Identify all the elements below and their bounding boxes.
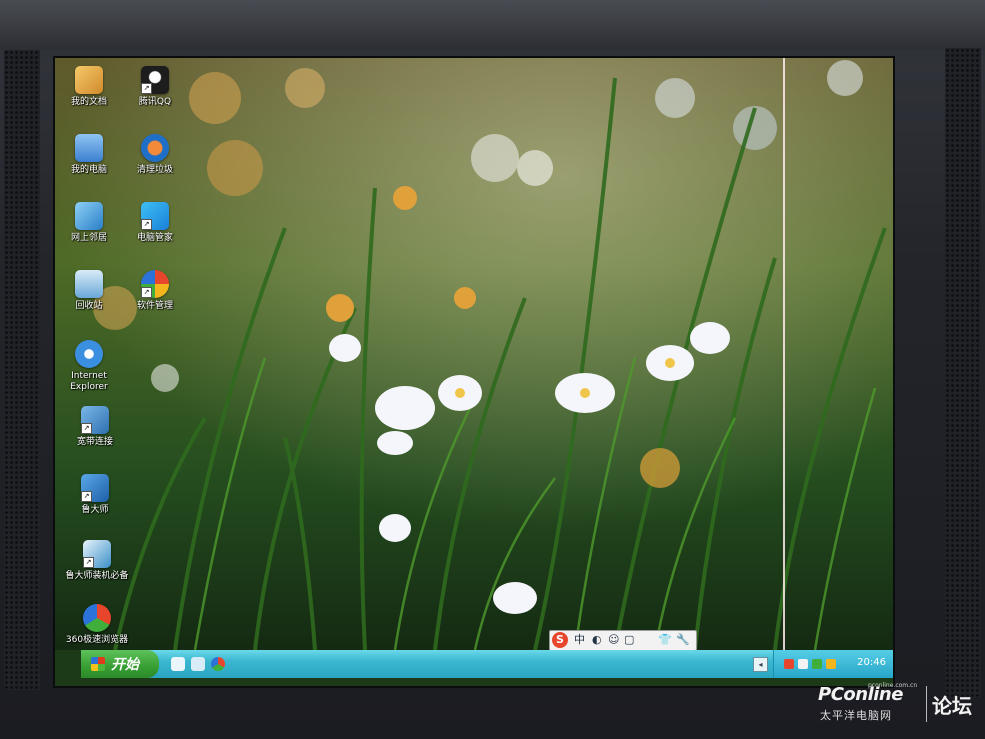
desktop-icon-pc-manager[interactable]: ↗ 电脑管家	[123, 202, 187, 244]
dialup-icon: ↗	[81, 406, 109, 434]
shortcut-arrow-icon: ↗	[81, 491, 92, 502]
desktop-icon-my-computer[interactable]: 我的电脑	[57, 134, 121, 176]
desktop-icon-internet-explorer[interactable]: Internet Explorer	[57, 340, 121, 393]
desktop-icon-my-documents[interactable]: 我的文档	[57, 66, 121, 108]
desktop-icon-label: 网上邻居	[70, 233, 107, 243]
ime-mode-toggle[interactable]: 中	[574, 633, 585, 647]
software-manager-icon: ↗	[141, 270, 169, 298]
ime-tools-icon[interactable]: 🔧	[676, 633, 690, 647]
watermark-divider	[926, 686, 927, 722]
ludashi-icon: ↗	[81, 474, 109, 502]
desktop-icon-label: 软件管理	[136, 301, 173, 311]
desktop-icon-qq[interactable]: ↗ 腾讯QQ	[123, 66, 187, 108]
tray-app-icon[interactable]	[784, 659, 794, 669]
desktop-icon-label: 我的文档	[70, 97, 107, 107]
show-hidden-icons-button[interactable]: ◂	[753, 657, 768, 672]
pconline-watermark: PConline pconline.com.cn 太平洋电脑网 论坛	[818, 680, 980, 730]
tray-volume-icon[interactable]	[798, 659, 808, 669]
taskbar: 开始 ◂ 20:46	[81, 650, 893, 678]
desktop-icon-label: 鲁大师	[81, 505, 109, 515]
show-desktop-icon[interactable]	[171, 657, 185, 671]
sogou-logo-icon[interactable]: S	[552, 632, 568, 648]
shortcut-arrow-icon: ↗	[141, 83, 152, 94]
system-tray: 20:46	[773, 650, 893, 678]
desktop-icon-label: 鲁大师装机必备	[65, 571, 129, 581]
tray-clock[interactable]: 20:46	[857, 657, 886, 668]
ime-keyboard-icon[interactable]: ▢	[624, 633, 634, 647]
desktop-icon-360-browser[interactable]: 360极速浏览器	[65, 604, 129, 646]
network-icon	[75, 202, 103, 230]
speaker-grille-left	[4, 50, 40, 690]
desktop-icon-label: 宽带连接	[76, 437, 113, 447]
desktop-icon-label: 清理垃圾	[136, 165, 173, 175]
installer-icon: ↗	[83, 540, 111, 568]
watermark-forum: 论坛	[932, 694, 972, 718]
shortcut-arrow-icon: ↗	[81, 423, 92, 434]
quicklaunch-browser-icon[interactable]	[211, 657, 225, 671]
shortcut-arrow-icon: ↗	[141, 219, 152, 230]
desktop-icon-label: 电脑管家	[136, 233, 173, 243]
tray-security-icon[interactable]	[826, 659, 836, 669]
monitor-screen: 我的文档 ↗ 腾讯QQ 我的电脑 清理垃圾 网上邻居 ↗ 电脑管家 回收站 ↗ …	[53, 56, 895, 688]
desktop-icon-clean-junk[interactable]: 清理垃圾	[123, 134, 187, 176]
shortcut-arrow-icon: ↗	[83, 557, 94, 568]
screen-defect-line	[783, 58, 785, 650]
desktop-icon-label: 360极速浏览器	[65, 635, 129, 645]
desktop-icon-recycle-bin[interactable]: 回收站	[57, 270, 121, 312]
browser-icon	[83, 604, 111, 632]
start-button-label: 开始	[111, 657, 139, 673]
watermark-subtitle: 太平洋电脑网	[820, 709, 892, 722]
windows-flag-icon	[91, 657, 105, 671]
start-button[interactable]: 开始	[81, 650, 159, 678]
desktop-icon-label: Internet Explorer	[70, 371, 108, 392]
shortcut-arrow-icon: ↗	[141, 287, 152, 298]
desktop-icon-label: 腾讯QQ	[138, 97, 172, 107]
desktop-icon-software-manager[interactable]: ↗ 软件管理	[123, 270, 187, 312]
quicklaunch-window-icon[interactable]	[191, 657, 205, 671]
monitor-top-frame	[0, 0, 985, 50]
ime-emoji-icon[interactable]: ☺	[608, 633, 619, 647]
watermark-site: pconline.com.cn	[868, 682, 918, 689]
desktop-icon-broadband[interactable]: ↗ 宽带连接	[63, 406, 127, 448]
computer-icon	[75, 134, 103, 162]
desktop-icon-ludashi-installer[interactable]: ↗ 鲁大师装机必备	[65, 540, 129, 582]
ime-skin-icon[interactable]: 👕	[658, 633, 672, 647]
ime-toolbar[interactable]: S 中 ◐ ☺ ▢ 👕 🔧	[549, 630, 697, 651]
desktop-icon-label: 回收站	[75, 301, 103, 311]
tray-network-icon[interactable]	[812, 659, 822, 669]
desktop-icon-network[interactable]: 网上邻居	[57, 202, 121, 244]
ime-halfwidth-icon[interactable]: ◐	[592, 633, 602, 647]
speaker-grille-right	[945, 48, 981, 698]
desktop-icon-label: 我的电脑	[70, 165, 107, 175]
ie-icon	[75, 340, 103, 368]
penguin-icon: ↗	[141, 66, 169, 94]
recycle-bin-icon	[75, 270, 103, 298]
folder-icon	[75, 66, 103, 94]
desktop-icon-ludashi[interactable]: ↗ 鲁大师	[63, 474, 127, 516]
broom-icon	[141, 134, 169, 162]
shield-icon: ↗	[141, 202, 169, 230]
